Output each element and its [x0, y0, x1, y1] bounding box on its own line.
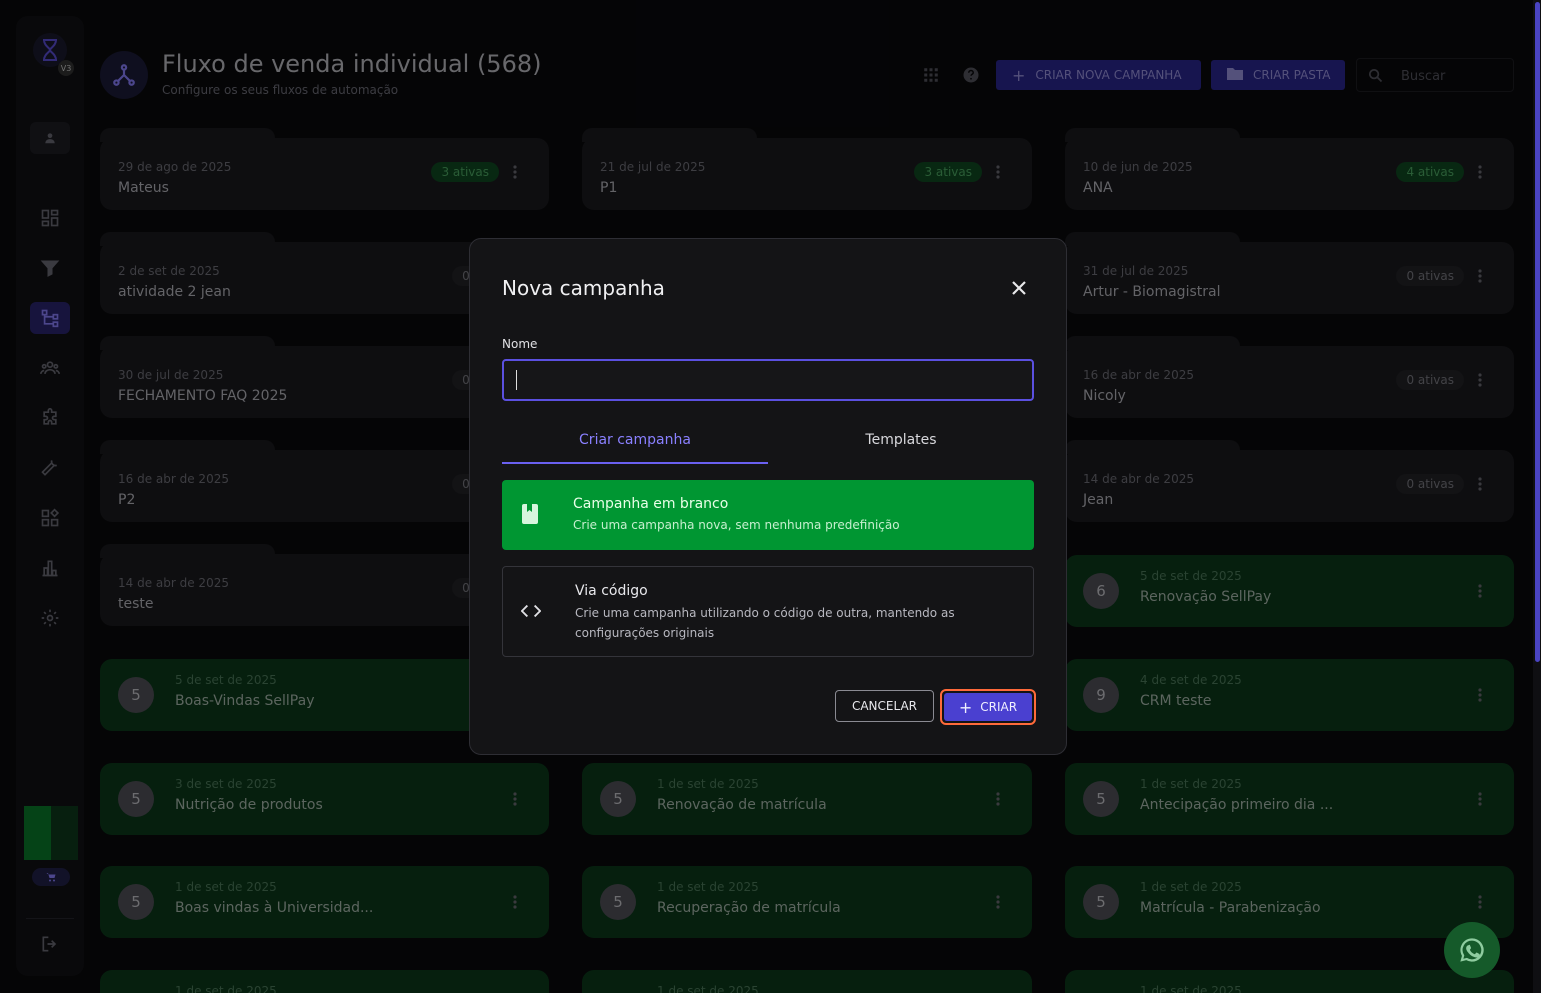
name-input[interactable]	[516, 369, 1020, 393]
whatsapp-button[interactable]	[1444, 922, 1500, 978]
cancel-label: CANCELAR	[851, 699, 918, 713]
tab-templates[interactable]: Templates	[768, 422, 1034, 464]
create-button-inner: + CRIAR	[944, 693, 1032, 721]
tab-label: Criar campanha	[579, 432, 691, 448]
book-icon	[520, 504, 540, 524]
option-title: Via código	[575, 583, 648, 599]
create-button[interactable]: + CRIAR	[940, 689, 1036, 725]
cancel-button[interactable]: CANCELAR	[835, 690, 934, 722]
text-caret	[516, 370, 517, 390]
new-campaign-modal: Nova campanha Nome Criar campanha Templa…	[469, 238, 1067, 755]
option-description: Crie uma campanha nova, sem nenhuma pred…	[573, 518, 900, 532]
whatsapp-icon	[1460, 938, 1484, 962]
tab-create-campaign[interactable]: Criar campanha	[502, 422, 768, 464]
option-description: Crie uma campanha utilizando o código de…	[575, 606, 955, 640]
tab-label: Templates	[865, 432, 937, 448]
name-field[interactable]	[502, 359, 1034, 401]
code-icon	[521, 601, 541, 621]
create-label: CRIAR	[980, 700, 1018, 714]
option-blank-campaign[interactable]: Campanha em branco Crie uma campanha nov…	[502, 480, 1034, 550]
name-field-label: Nome	[502, 337, 538, 351]
option-title: Campanha em branco	[573, 496, 729, 512]
close-icon	[1012, 281, 1026, 295]
plus-icon: +	[958, 697, 973, 717]
scrollbar-thumb[interactable]	[1535, 2, 1540, 662]
close-button[interactable]	[1008, 277, 1030, 299]
app-page: V3 Fluxo de venda individual (568) Confi…	[0, 0, 1541, 993]
option-via-code[interactable]: Via código Crie uma campanha utilizando …	[502, 566, 1034, 657]
modal-title: Nova campanha	[502, 276, 665, 300]
